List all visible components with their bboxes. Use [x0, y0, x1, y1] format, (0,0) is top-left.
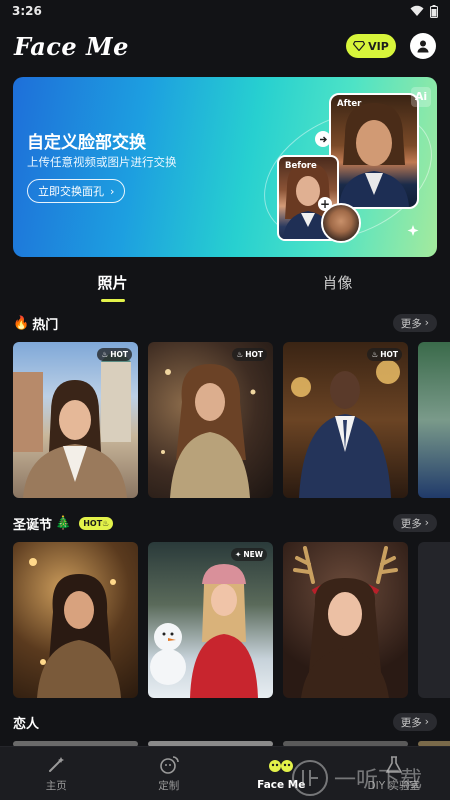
section-lovers-header: 恋人 更多 ›: [13, 712, 437, 732]
swap-now-button[interactable]: 立即交换面孔 ›: [27, 179, 126, 203]
swap-face-icon: [159, 755, 179, 774]
banner-illustration: After Before +: [263, 85, 433, 253]
template-card[interactable]: [418, 542, 450, 698]
battery-icon: [430, 4, 438, 18]
template-card[interactable]: [418, 342, 450, 498]
section-hot-label: 热门: [32, 317, 59, 333]
watermark-logo-icon: [292, 760, 328, 796]
card-photo: [29, 558, 121, 698]
flame-icon: ♨: [101, 350, 109, 359]
nav-custom-label: 定制: [158, 779, 180, 792]
banner-title: 自定义脸部交换: [27, 133, 146, 153]
template-card[interactable]: ♨ HOT: [148, 342, 273, 498]
card-photo: [150, 564, 258, 698]
chevron-right-icon: ›: [424, 517, 429, 529]
christmas-more-button[interactable]: 更多 ›: [392, 514, 437, 532]
chevron-right-icon: ›: [424, 716, 429, 728]
wand-icon: [49, 756, 65, 772]
swap-now-label: 立即交换面孔: [38, 185, 104, 198]
card-photo: [291, 360, 400, 498]
status-bar: 3:26: [0, 0, 450, 22]
card-photo: [293, 546, 398, 698]
chevron-right-icon: ›: [424, 317, 429, 329]
profile-button[interactable]: [410, 33, 436, 59]
banner-subtitle: 上传任意视频或图片进行交换: [27, 155, 177, 169]
user-icon: [417, 40, 429, 53]
nav-home[interactable]: 主页: [0, 747, 113, 800]
hot-template-row: ♨ HOT ♨ HOT ♨ HOT: [13, 342, 450, 498]
section-christmas-header: 圣诞节 🎄 HOT ♨ 更多 ›: [13, 513, 437, 533]
wifi-icon: [410, 5, 424, 16]
diamond-icon: [353, 41, 366, 51]
sparkle-icon: ✦: [235, 550, 242, 559]
new-badge: ✦ NEW: [231, 548, 267, 561]
chevron-right-icon: ›: [110, 184, 115, 198]
after-man-portrait: [339, 103, 409, 207]
watermark: 一听下载: [290, 756, 450, 800]
section-hot-header: 🔥 热门 更多 ›: [13, 313, 437, 333]
more-label: 更多: [400, 716, 422, 729]
tab-photos[interactable]: 照片: [0, 268, 225, 302]
christmas-template-row: ✦ NEW: [13, 542, 450, 698]
more-label: 更多: [400, 317, 422, 330]
flame-icon: ♨: [236, 350, 244, 359]
flame-icon: ♨: [102, 518, 110, 528]
card-photo: [161, 364, 256, 498]
ai-badge: Ai: [411, 87, 431, 107]
content-tabs: 照片 肖像: [0, 268, 450, 302]
nav-home-label: 主页: [45, 779, 67, 792]
section-christmas-label: 圣诞节: [13, 517, 53, 533]
card-photo: [13, 352, 131, 498]
before-label: Before: [285, 161, 317, 171]
face-swap-banner[interactable]: 自定义脸部交换 上传任意视频或图片进行交换 立即交换面孔 › After Bef…: [13, 77, 437, 257]
nav-custom[interactable]: 定制: [113, 747, 226, 800]
after-label: After: [337, 99, 362, 109]
hot-chip: HOT ♨: [79, 516, 114, 530]
template-card[interactable]: ♨ HOT: [283, 342, 408, 498]
section-lovers-title: 恋人: [13, 716, 40, 732]
hot-badge: ♨ HOT: [97, 348, 132, 361]
lovers-more-button[interactable]: 更多 ›: [392, 713, 437, 731]
template-card[interactable]: [13, 542, 138, 698]
app-header: Face Me VIP: [0, 24, 450, 68]
section-hot-title: 🔥 热门: [13, 314, 58, 333]
vip-button[interactable]: VIP: [346, 34, 396, 58]
section-christmas-title: 圣诞节 🎄 HOT ♨: [13, 514, 114, 533]
template-card[interactable]: [283, 542, 408, 698]
template-card[interactable]: ♨ HOT: [13, 342, 138, 498]
app-logo: Face Me: [14, 31, 129, 61]
christmas-tree-icon: 🎄: [55, 515, 72, 531]
plus-icon: +: [318, 197, 332, 211]
flame-icon: ♨: [371, 350, 379, 359]
status-icons: [410, 4, 438, 18]
fire-icon: 🔥: [13, 315, 30, 331]
hot-badge: ♨ HOT: [232, 348, 267, 361]
more-label: 更多: [400, 517, 422, 530]
template-card[interactable]: ✦ NEW: [148, 542, 273, 698]
after-photo: After: [329, 93, 419, 209]
arrow-right-icon: [315, 131, 331, 147]
tab-portraits[interactable]: 肖像: [225, 268, 450, 302]
watermark-text: 一听下载: [334, 768, 423, 793]
status-time: 3:26: [12, 4, 42, 18]
hot-badge: ♨ HOT: [367, 348, 402, 361]
vip-label: VIP: [368, 39, 389, 53]
hot-more-button[interactable]: 更多 ›: [392, 314, 437, 332]
